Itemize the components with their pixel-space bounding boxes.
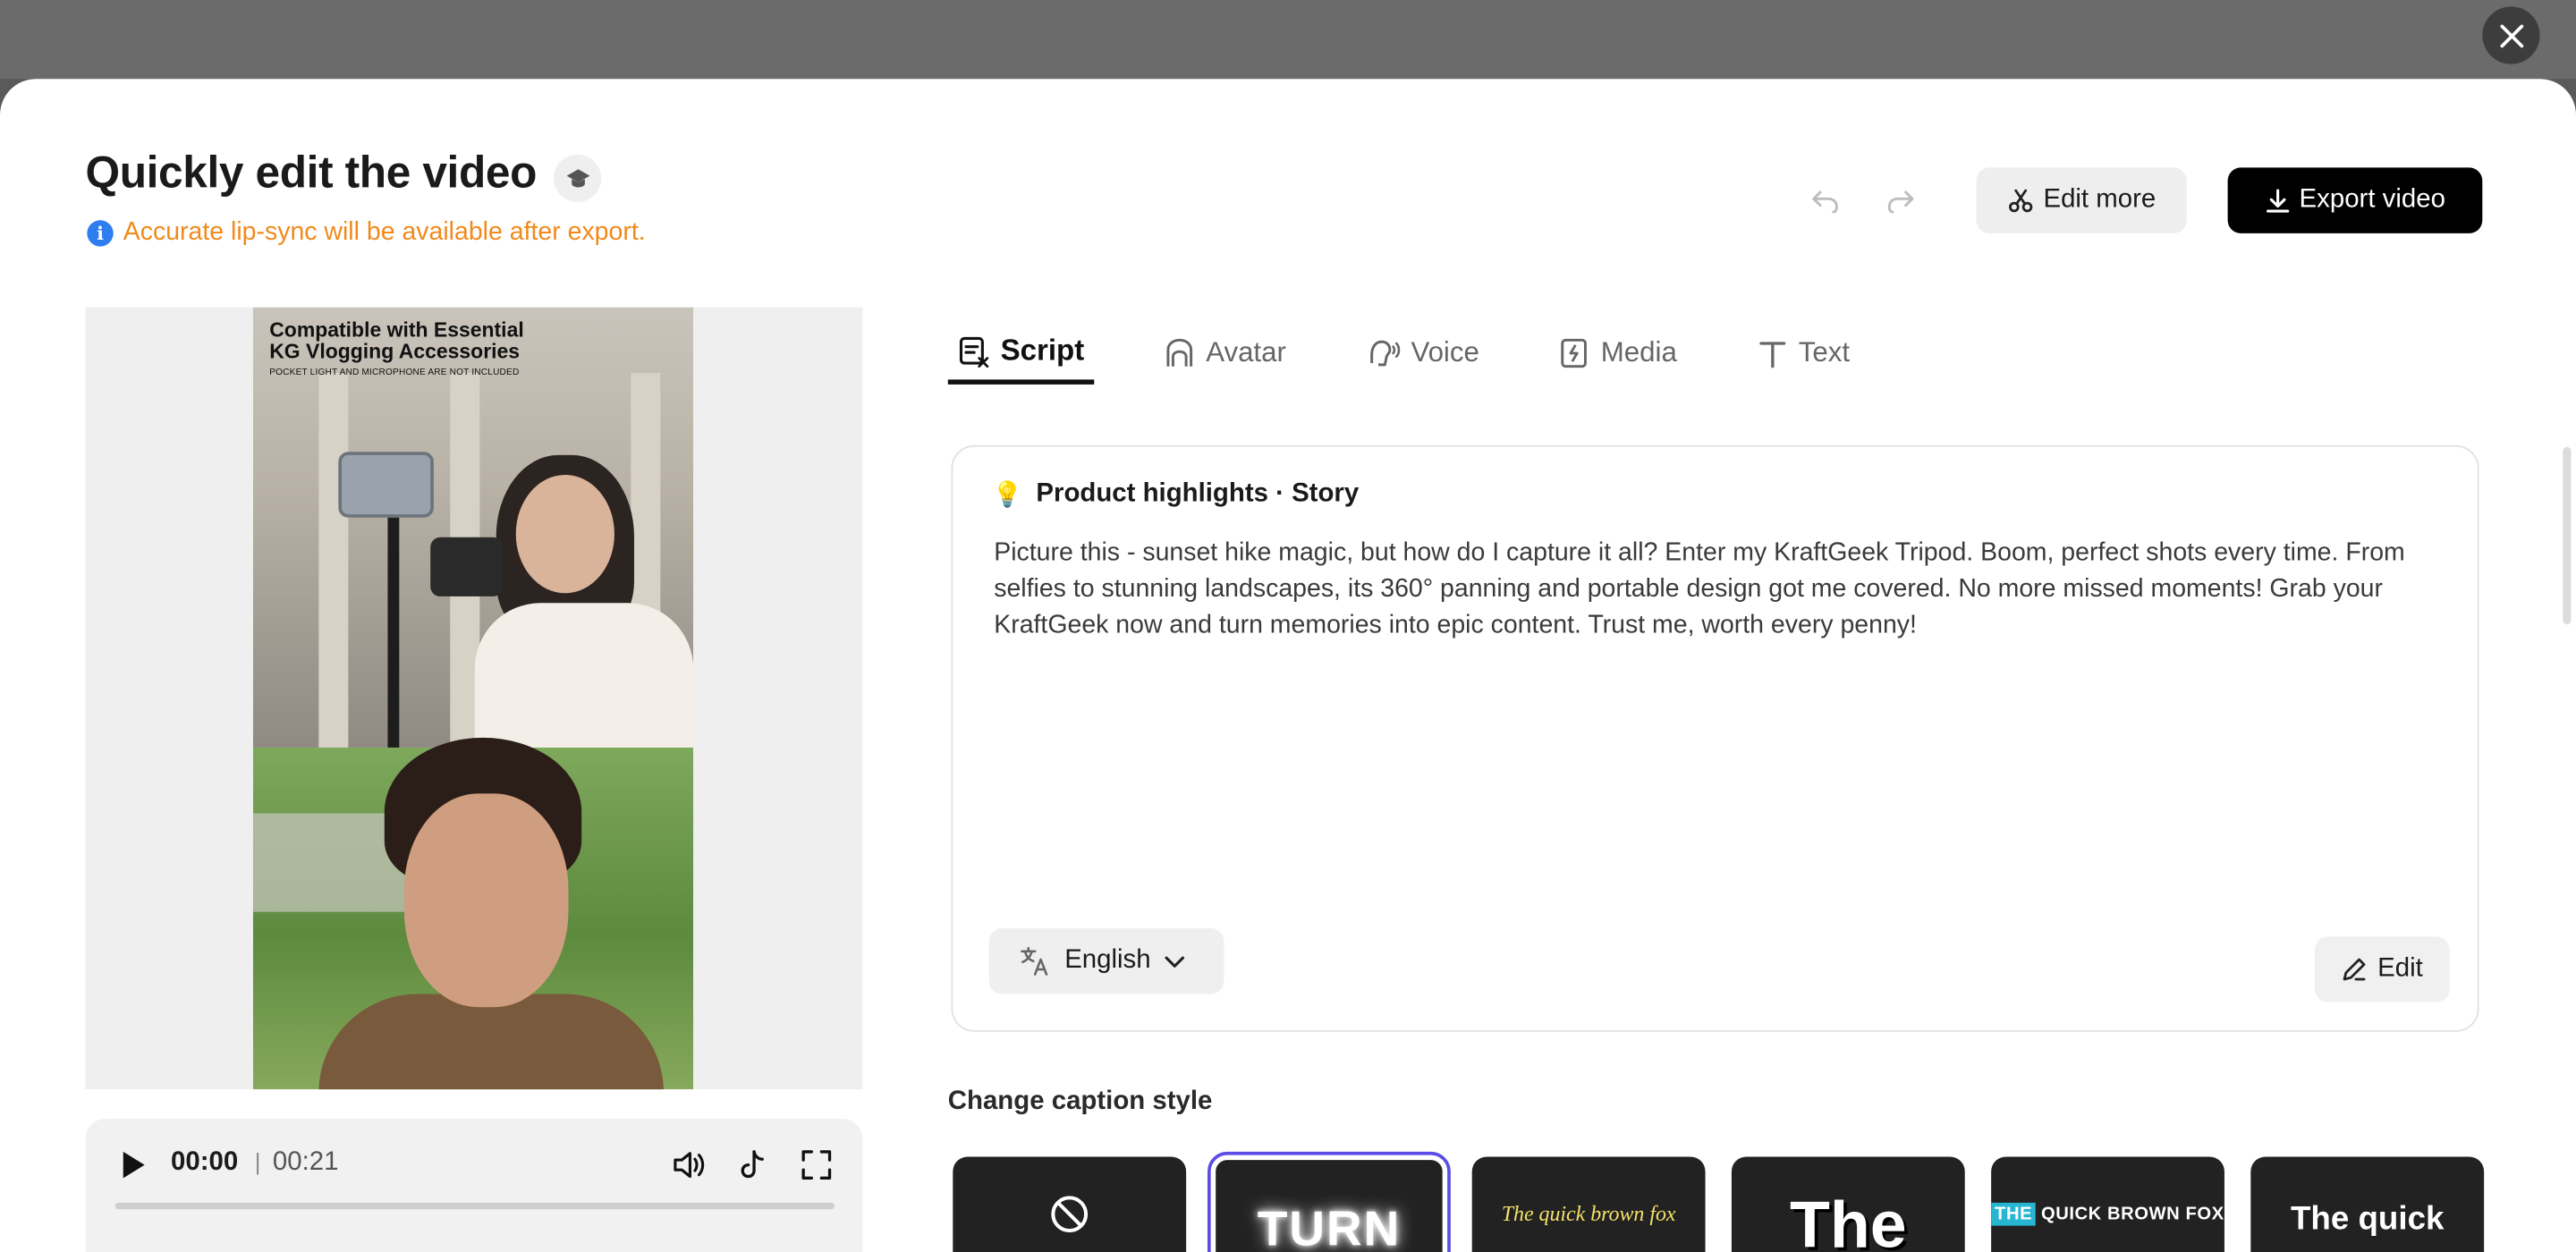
tab-text[interactable]: Text: [1746, 322, 1860, 385]
undo-button[interactable]: [1806, 181, 1845, 220]
tab-media[interactable]: Media: [1548, 322, 1687, 385]
tripod-pole: [387, 517, 400, 748]
tab-media-label: Media: [1600, 336, 1677, 368]
info-icon: i: [87, 220, 114, 247]
total-time: 00:21: [272, 1148, 339, 1177]
tab-avatar[interactable]: Avatar: [1153, 322, 1295, 385]
volume-icon: [674, 1152, 705, 1179]
quick-edit-modal: Quickly edit the video i Accurate lip-sy…: [0, 79, 2576, 1252]
redo-icon: [1887, 190, 1914, 214]
voice-icon: [1369, 340, 1400, 367]
tiktok-button[interactable]: [733, 1146, 772, 1185]
chevron-down-icon: [1165, 956, 1185, 968]
script-heading: 💡 Product highlights · Story: [992, 479, 1359, 509]
caption-style-caps[interactable]: THE QUICK BROWN FOX: [1991, 1156, 2224, 1252]
caption-style-the-quick[interactable]: The quick: [2250, 1156, 2485, 1252]
avatar-scene: [252, 737, 694, 1090]
edit-script-button[interactable]: Edit: [2314, 936, 2450, 1002]
caption-style-quick-text: The quick: [2290, 1200, 2445, 1237]
fullscreen-icon: [801, 1150, 832, 1180]
text-icon: [1758, 342, 1785, 368]
tab-avatar-label: Avatar: [1206, 336, 1286, 368]
script-icon: [959, 335, 989, 368]
caption-style-turn[interactable]: TURN: [1207, 1151, 1451, 1252]
script-text[interactable]: Picture this - sunset hike magic, but ho…: [994, 536, 2439, 644]
tab-script-label: Script: [1000, 333, 1085, 367]
caption-caps-rest: QUICK BROWN FOX: [2035, 1204, 2224, 1224]
microphone-accessory: [430, 537, 504, 596]
lightbulb-icon: 💡: [992, 481, 1023, 510]
overlay-line-1: Compatible with Essential: [269, 318, 524, 343]
tab-voice[interactable]: Voice: [1355, 322, 1489, 385]
video-preview[interactable]: Compatible with Essential KG Vlogging Ac…: [85, 307, 863, 1090]
graduation-cap-icon: [565, 168, 589, 187]
close-modal-button[interactable]: [2482, 6, 2540, 64]
undo-icon: [1812, 190, 1838, 214]
script-card: 💡 Product highlights · Story Picture thi…: [951, 444, 2479, 1032]
caption-highlight-word: THE: [1991, 1202, 2036, 1226]
page-backdrop: [0, 0, 2576, 80]
caption-style-the-bold[interactable]: The: [1731, 1156, 1965, 1252]
time-separator: |: [254, 1148, 261, 1175]
caption-style-the-text: The: [1790, 1189, 1907, 1252]
export-video-button[interactable]: Export video: [2227, 167, 2483, 233]
avatar-icon: [1166, 338, 1193, 367]
language-label: English: [1064, 946, 1151, 975]
caption-style-fox-italic[interactable]: The quick brown fox: [1471, 1156, 1706, 1252]
lip-sync-notice: i Accurate lip-sync will be available af…: [87, 218, 646, 248]
current-time: 00:00: [171, 1148, 239, 1177]
scrollbar[interactable]: [2563, 446, 2572, 625]
redo-button[interactable]: [1881, 181, 1920, 220]
language-select[interactable]: English: [988, 928, 1224, 994]
edit-more-label: Edit more: [2043, 185, 2157, 214]
caption-style-none[interactable]: [953, 1156, 1187, 1252]
tab-script[interactable]: Script: [947, 322, 1095, 385]
close-icon: [2499, 23, 2523, 47]
export-video-label: Export video: [2299, 185, 2445, 214]
edit-script-label: Edit: [2377, 954, 2423, 983]
media-icon: [1562, 338, 1588, 368]
phone-on-tripod: [338, 452, 434, 518]
video-frame: Compatible with Essential KG Vlogging Ac…: [252, 307, 694, 1090]
caption-style-title: Change caption style: [947, 1087, 1213, 1116]
editor-tabs: Script Avatar Voice Media Text: [947, 322, 1919, 387]
notice-text: Accurate lip-sync will be available afte…: [123, 218, 646, 247]
script-heading-text: Product highlights · Story: [1036, 479, 1360, 508]
translate-icon: [1021, 946, 1048, 976]
product-scene: Compatible with Essential KG Vlogging Ac…: [252, 307, 694, 751]
caption-style-caps-text: THE QUICK BROWN FOX: [1991, 1202, 2224, 1226]
tab-text-label: Text: [1798, 336, 1851, 368]
fullscreen-button[interactable]: [797, 1146, 836, 1185]
overlay-line-2: KG Vlogging Accessories: [269, 340, 521, 364]
play-icon: [123, 1151, 145, 1179]
tiktok-icon: [741, 1150, 764, 1179]
video-overlay-text: Compatible with Essential KG Vlogging Ac…: [269, 318, 524, 385]
progress-bar[interactable]: [114, 1202, 835, 1210]
volume-button[interactable]: [669, 1146, 708, 1185]
download-icon: [2266, 188, 2289, 212]
tab-voice-label: Voice: [1411, 336, 1479, 368]
edit-more-button[interactable]: Edit more: [1976, 167, 2187, 233]
page-title: Quickly edit the video: [85, 148, 538, 198]
caption-style-fox-text: The quick brown fox: [1501, 1201, 1676, 1226]
scissors-icon: [2008, 189, 2032, 213]
video-player-controls: 00:00 | 00:21: [85, 1119, 863, 1252]
tutorial-button[interactable]: [553, 154, 602, 202]
no-caption-icon: [1051, 1196, 1089, 1233]
overlay-disclaimer: POCKET LIGHT AND MICROPHONE ARE NOT INCL…: [269, 368, 520, 378]
caption-style-list: TURN The quick brown fox The THE QUICK B…: [953, 1151, 2485, 1252]
pencil-icon: [2343, 958, 2366, 981]
play-button[interactable]: [118, 1148, 148, 1181]
caption-style-turn-text: TURN: [1257, 1202, 1402, 1252]
